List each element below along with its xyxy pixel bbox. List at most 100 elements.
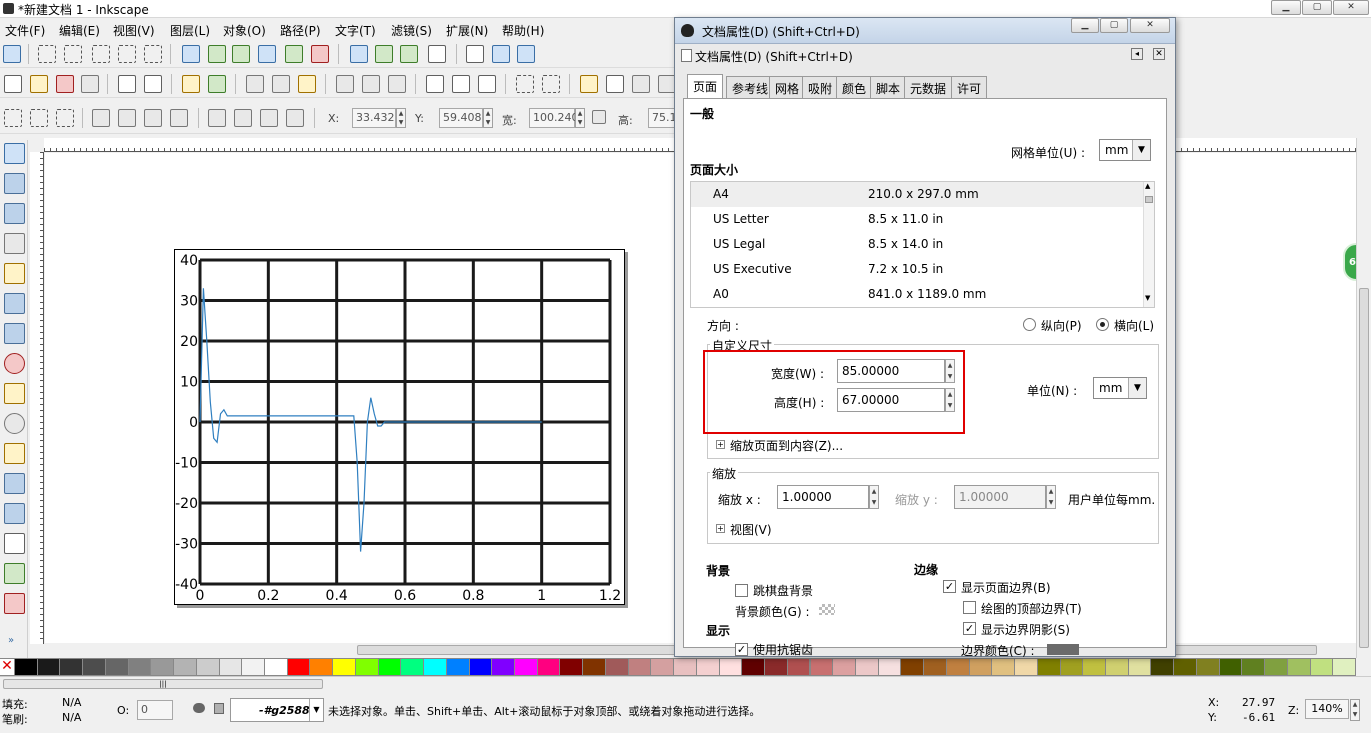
dialog-inner-close-icon[interactable]: ✕: [1153, 48, 1165, 60]
color-swatch[interactable]: [1037, 659, 1060, 675]
color-swatch[interactable]: [174, 659, 196, 675]
color-swatch[interactable]: [1128, 659, 1151, 675]
color-swatch[interactable]: [1242, 659, 1265, 675]
width-input[interactable]: 100.240: [529, 108, 579, 128]
export-icon[interactable]: [144, 75, 162, 93]
color-swatch[interactable]: [83, 659, 105, 675]
color-swatch[interactable]: [1219, 659, 1242, 675]
color-swatch[interactable]: [833, 659, 855, 675]
color-swatch[interactable]: [742, 659, 765, 675]
deselect-icon[interactable]: [56, 109, 74, 127]
pencil-tool-icon[interactable]: [4, 443, 25, 464]
color-swatch[interactable]: [492, 659, 515, 675]
snap-intersection-icon[interactable]: [232, 45, 250, 63]
color-swatch[interactable]: [674, 659, 696, 675]
expander-plus-icon[interactable]: +: [716, 440, 725, 449]
color-swatch[interactable]: [1310, 659, 1333, 675]
zoom-selection-icon[interactable]: [336, 75, 354, 93]
flip-horizontal-icon[interactable]: [144, 109, 162, 127]
line-chart[interactable]: 0 0.2 0.4 0.6 0.8 1 1.2403020100-10-20-30-40: [175, 250, 626, 606]
color-swatch[interactable]: [446, 659, 469, 675]
dialog-minimize-button[interactable]: ▁: [1071, 18, 1099, 33]
select-all-layers-icon[interactable]: [30, 109, 48, 127]
color-swatch[interactable]: [765, 659, 787, 675]
y-coord-spin[interactable]: ▲ ▼: [483, 108, 493, 128]
color-swatch[interactable]: [287, 659, 310, 675]
y-coord-input[interactable]: 59.408: [439, 108, 483, 128]
fill-value[interactable]: N/A: [62, 696, 81, 709]
color-swatch[interactable]: [1151, 659, 1174, 675]
raise-icon[interactable]: [260, 109, 278, 127]
text-tool-icon[interactable]: [4, 533, 25, 554]
tab-page[interactable]: 页面: [687, 74, 724, 99]
portrait-label[interactable]: 纵向(P): [1041, 317, 1082, 334]
snap-page-border-icon[interactable]: [466, 45, 484, 63]
vertical-scrollbar[interactable]: [1356, 138, 1371, 658]
select-all-icon[interactable]: [4, 109, 22, 127]
no-paint-swatch-icon[interactable]: ✕: [0, 659, 14, 675]
toolbox-expand-icon[interactable]: »: [8, 635, 14, 646]
color-swatch[interactable]: [1287, 659, 1310, 675]
paste-icon[interactable]: [298, 75, 316, 93]
minimize-button[interactable]: ▁: [1271, 0, 1301, 15]
dialog-maximize-button[interactable]: ▢: [1100, 18, 1128, 33]
save-document-icon[interactable]: [56, 75, 74, 93]
zoom-input[interactable]: 140%: [1305, 699, 1349, 719]
show-border-label[interactable]: 显示页面边界(B): [961, 579, 1051, 596]
scale-x-input[interactable]: 1.00000: [777, 485, 869, 509]
color-swatch[interactable]: [1174, 659, 1196, 675]
new-document-icon[interactable]: [4, 75, 22, 93]
menu-file[interactable]: 文件(F): [5, 22, 45, 39]
layer-selector[interactable]: -#g2588 ▼: [230, 698, 324, 722]
expander-plus-icon[interactable]: +: [716, 524, 725, 533]
import-icon[interactable]: [118, 75, 136, 93]
color-swatch[interactable]: [355, 659, 378, 675]
selector-tool-icon[interactable]: [4, 143, 25, 164]
menu-help[interactable]: 帮助(H): [502, 22, 544, 39]
color-swatch[interactable]: [1105, 659, 1128, 675]
border-on-top-checkbox[interactable]: [963, 601, 976, 614]
snap-bbox-icon[interactable]: [38, 45, 56, 63]
3d-box-tool-icon[interactable]: [4, 323, 25, 344]
color-swatch[interactable]: [696, 659, 719, 675]
duplicate-icon[interactable]: [426, 75, 444, 93]
text-font-icon[interactable]: [606, 75, 624, 93]
snap-object-center-icon[interactable]: [350, 45, 368, 63]
color-swatch[interactable]: [1083, 659, 1105, 675]
color-swatch[interactable]: [560, 659, 583, 675]
menu-filters[interactable]: 滤镜(S): [391, 22, 432, 39]
color-swatch[interactable]: [219, 659, 242, 675]
color-swatch[interactable]: [333, 659, 355, 675]
color-swatch[interactable]: [901, 659, 924, 675]
group-icon[interactable]: [516, 75, 534, 93]
color-swatch[interactable]: [787, 659, 810, 675]
vertical-scroll-thumb[interactable]: [1359, 288, 1369, 648]
color-swatch[interactable]: [1196, 659, 1219, 675]
lower-bottom-icon[interactable]: [208, 109, 226, 127]
scale-y-input[interactable]: 1.00000: [954, 485, 1046, 509]
snap-text-icon[interactable]: [428, 45, 446, 63]
lower-icon[interactable]: [234, 109, 252, 127]
tweak-tool-icon[interactable]: [4, 203, 25, 224]
scroll-up-icon[interactable]: ▲: [1145, 182, 1150, 190]
border-shadow-label[interactable]: 显示边界阴影(S): [981, 621, 1070, 638]
pen-tool-icon[interactable]: [4, 473, 25, 494]
list-item[interactable]: A0 841.0 x 1189.0 mm: [691, 282, 1143, 307]
color-swatch[interactable]: [265, 659, 287, 675]
rectangle-tool-icon[interactable]: [4, 293, 25, 314]
portrait-radio[interactable]: [1023, 318, 1036, 331]
scroll-down-icon[interactable]: ▼: [1145, 294, 1150, 302]
color-swatch[interactable]: [810, 659, 833, 675]
snap-rotation-center-icon[interactable]: [375, 45, 393, 63]
snap-path-intersection-icon[interactable]: [311, 45, 329, 63]
spiral-tool-icon[interactable]: [4, 413, 25, 434]
color-swatch[interactable]: [719, 659, 742, 675]
snap-bbox-corner-icon[interactable]: [92, 45, 110, 63]
tab-grids[interactable]: 网格: [769, 76, 806, 98]
rotate-ccw-icon[interactable]: [92, 109, 110, 127]
tab-snap[interactable]: 吸附: [802, 76, 839, 98]
snap-bbox-edge-icon[interactable]: [64, 45, 82, 63]
snap-grid-icon[interactable]: [492, 45, 510, 63]
snap-path-icon[interactable]: [208, 45, 226, 63]
border-shadow-checkbox[interactable]: ✓: [963, 622, 976, 635]
